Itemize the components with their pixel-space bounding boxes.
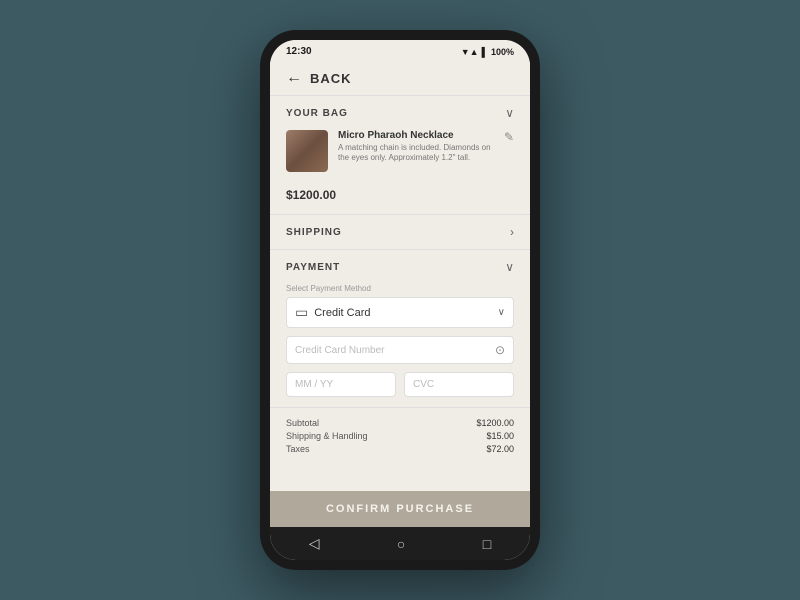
status-icons: ▼▲ ▌ 100% (461, 47, 514, 57)
shipping-section: SHIPPING › (270, 215, 530, 250)
signal-icon: ▼▲ (461, 47, 479, 57)
time: 12:30 (286, 46, 312, 57)
credit-card-icon: ▭ (295, 304, 308, 321)
item-name: Micro Pharaoh Necklace (338, 130, 494, 141)
back-nav-icon[interactable]: ◁ (309, 535, 320, 552)
battery-icon: ▌ (482, 47, 488, 57)
home-nav-icon[interactable]: ○ (397, 536, 405, 552)
expiry-field[interactable]: MM / YY (286, 372, 396, 397)
nav-bar: ◁ ○ □ (270, 527, 530, 560)
header: ← BACK (270, 61, 530, 96)
bag-chevron-icon: ∨ (505, 106, 514, 120)
status-bar: 12:30 ▼▲ ▌ 100% (270, 40, 530, 61)
recent-nav-icon[interactable]: □ (483, 536, 491, 552)
phone-screen: 12:30 ▼▲ ▌ 100% ← BACK YOUR BAG ∨ (270, 40, 530, 560)
phone-frame: 12:30 ▼▲ ▌ 100% ← BACK YOUR BAG ∨ (260, 30, 540, 570)
payment-method-label: Select Payment Method (286, 284, 514, 293)
select-chevron-icon: ∨ (498, 307, 505, 318)
shipping-row: Shipping & Handling $15.00 (286, 431, 514, 441)
payment-section: PAYMENT ∨ Select Payment Method ▭ Credit… (270, 250, 530, 408)
subtotal-label: Subtotal (286, 418, 319, 428)
item-description: A matching chain is included. Diamonds o… (338, 143, 494, 164)
page-title: BACK (310, 71, 352, 86)
battery-level: 100% (491, 47, 514, 57)
confirm-purchase-button[interactable]: CONFIRM PURCHASE (270, 491, 530, 527)
card-number-placeholder: Credit Card Number (295, 345, 495, 356)
totals-section: Subtotal $1200.00 Shipping & Handling $1… (270, 408, 530, 463)
taxes-row: Taxes $72.00 (286, 444, 514, 454)
subtotal-value: $1200.00 (476, 418, 514, 428)
main-content: YOUR BAG ∨ Micro Pharaoh Necklace A matc… (270, 96, 530, 527)
taxes-value: $72.00 (486, 444, 514, 454)
card-number-field[interactable]: Credit Card Number ⊙ (286, 336, 514, 364)
selected-payment-method: Credit Card (314, 307, 491, 319)
shipping-chevron-icon: › (510, 225, 514, 239)
shipping-section-header[interactable]: SHIPPING › (270, 215, 530, 249)
payment-chevron-icon: ∨ (505, 260, 514, 274)
payment-content: Select Payment Method ▭ Credit Card ∨ Cr… (270, 284, 530, 407)
shipping-value: $15.00 (486, 431, 514, 441)
payment-section-header[interactable]: PAYMENT ∨ (270, 250, 530, 284)
bag-item: Micro Pharaoh Necklace A matching chain … (270, 130, 530, 184)
edit-icon[interactable]: ✎ (504, 130, 514, 144)
shipping-label: SHIPPING (286, 227, 342, 238)
cvc-field[interactable]: CVC (404, 372, 514, 397)
screen-content: ← BACK YOUR BAG ∨ Micro Pharaoh Ne (270, 61, 530, 527)
bag-section: YOUR BAG ∨ Micro Pharaoh Necklace A matc… (270, 96, 530, 215)
camera-icon[interactable]: ⊙ (495, 343, 505, 357)
bag-section-header[interactable]: YOUR BAG ∨ (270, 96, 530, 130)
bag-label: YOUR BAG (286, 108, 348, 119)
item-image (286, 130, 328, 172)
shipping-handling-label: Shipping & Handling (286, 431, 368, 441)
card-details-row: MM / YY CVC (286, 372, 514, 397)
item-details: Micro Pharaoh Necklace A matching chain … (338, 130, 494, 164)
back-button[interactable]: ← (286, 69, 302, 87)
item-price: $1200.00 (270, 184, 530, 214)
payment-label: PAYMENT (286, 262, 340, 273)
subtotal-row: Subtotal $1200.00 (286, 418, 514, 428)
taxes-label: Taxes (286, 444, 310, 454)
payment-method-select[interactable]: ▭ Credit Card ∨ (286, 297, 514, 328)
item-image-inner (286, 130, 328, 172)
